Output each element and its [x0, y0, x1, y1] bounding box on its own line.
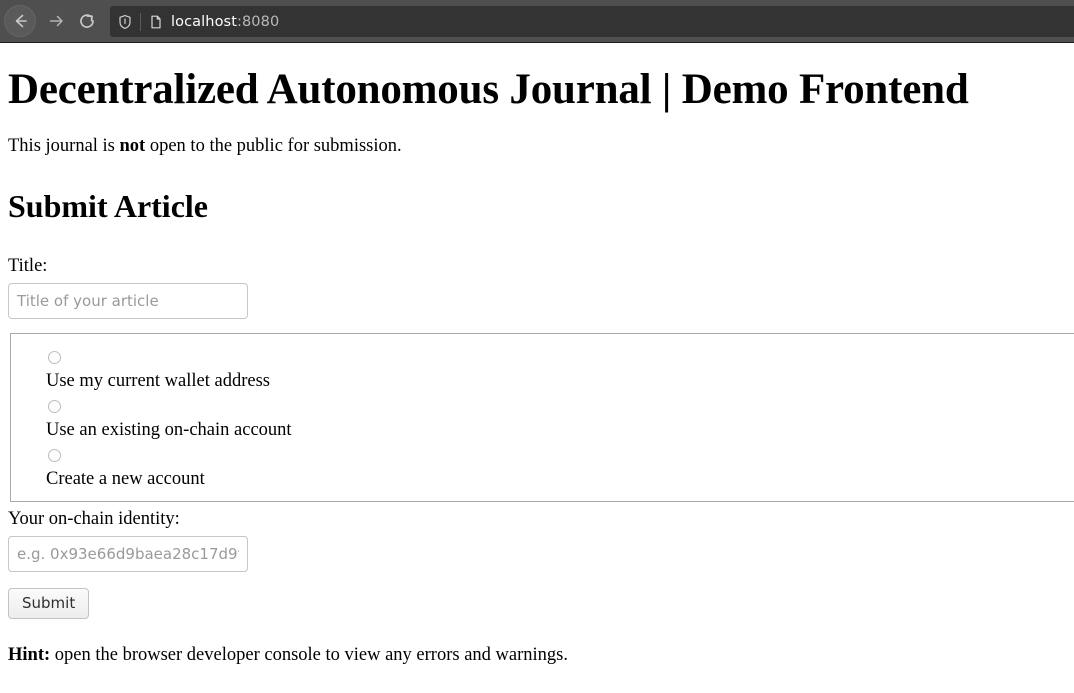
url-port: :8080 [237, 13, 280, 30]
title-field-label: Title: [8, 256, 48, 276]
shield-icon[interactable] [110, 14, 140, 30]
submit-button[interactable]: Submit [8, 588, 90, 620]
submit-article-heading: Submit Article [8, 188, 208, 225]
radio-row-wallet: Use my current wallet address [29, 351, 1074, 393]
identity-choice-fieldset: Use my current wallet address Use an exi… [10, 333, 1074, 503]
url-host: localhost [171, 13, 237, 30]
page-document-icon[interactable] [141, 14, 171, 30]
hint-strong: Hint: [8, 645, 51, 666]
intro-before: This journal is [8, 136, 120, 157]
page-content: Decentralized Autonomous Journal | Demo … [0, 66, 1074, 666]
intro-emphasis: not [119, 136, 146, 157]
identity-field-label: Your on-chain identity: [8, 509, 180, 530]
radio-label-use-current-wallet[interactable]: Use my current wallet address [46, 370, 1074, 393]
radio-use-current-wallet[interactable] [48, 351, 61, 364]
intro-paragraph: This journal is not open to the public f… [8, 134, 1066, 158]
address-bar[interactable]: localhost:8080 [110, 6, 1074, 37]
radio-row-new-account: Create a new account [29, 449, 1074, 491]
reload-icon [77, 11, 97, 31]
hint-paragraph: Hint: open the browser developer console… [8, 645, 1066, 666]
radio-label-use-existing-account[interactable]: Use an existing on-chain account [46, 419, 1074, 442]
arrow-left-icon [10, 11, 30, 31]
reload-button[interactable] [71, 5, 103, 37]
back-button[interactable] [4, 5, 36, 37]
forward-button[interactable] [40, 5, 72, 37]
arrow-right-icon [46, 11, 66, 31]
identity-input[interactable] [8, 536, 248, 573]
radio-label-create-new-account[interactable]: Create a new account [46, 468, 1074, 491]
submit-article-form: Title: Use my current wallet address Use… [8, 256, 1074, 620]
intro-after: open to the public for submission. [145, 136, 402, 157]
url-text: localhost:8080 [171, 14, 279, 30]
page-title: Decentralized Autonomous Journal | Demo … [8, 66, 969, 113]
radio-create-new-account[interactable] [48, 449, 61, 463]
radio-use-existing-account[interactable] [48, 400, 61, 414]
radio-row-existing-account: Use an existing on-chain account [29, 400, 1074, 442]
title-input[interactable] [8, 283, 248, 319]
browser-toolbar: localhost:8080 [0, 0, 1074, 43]
hint-body: open the browser developer console to vi… [50, 645, 568, 666]
